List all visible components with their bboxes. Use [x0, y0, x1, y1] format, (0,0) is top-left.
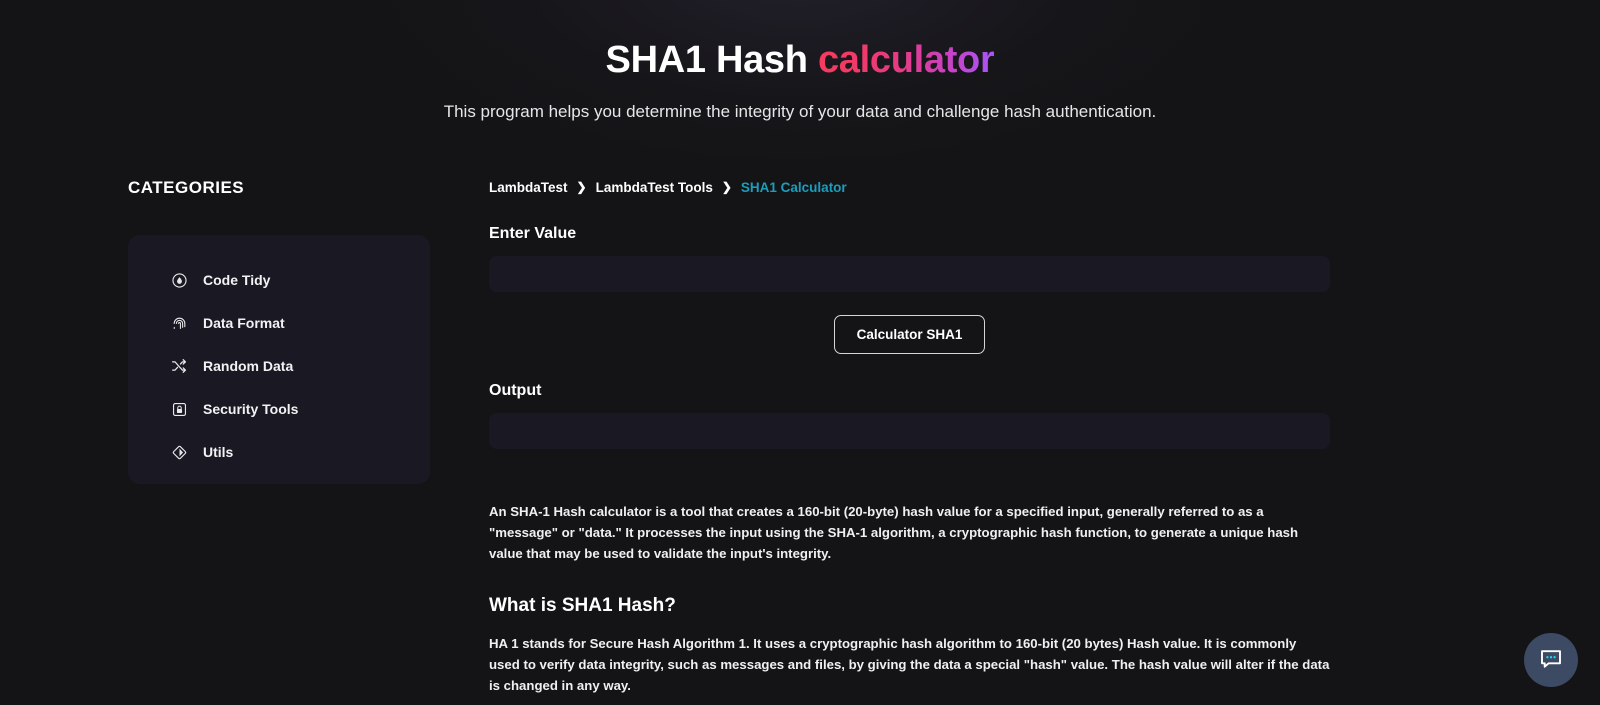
chat-bubble-icon	[1538, 646, 1564, 675]
breadcrumb-separator: ❯	[576, 180, 587, 195]
lock-icon	[170, 400, 188, 418]
breadcrumb: LambdaTest ❯ LambdaTest Tools ❯ SHA1 Cal…	[489, 180, 1330, 195]
breadcrumb-separator: ❯	[721, 180, 732, 195]
sidebar-item-label: Utils	[203, 444, 234, 461]
page-header: SHA1 Hash calculator This program helps …	[0, 0, 1600, 122]
sidebar-item-label: Data Format	[203, 315, 285, 332]
main-content: LambdaTest ❯ LambdaTest Tools ❯ SHA1 Cal…	[430, 178, 1330, 697]
calculate-button-row: Calculator SHA1	[489, 314, 1330, 354]
enter-value-label: Enter Value	[489, 224, 577, 242]
sidebar-item-random-data[interactable]: Random Data	[128, 345, 430, 388]
article-section: An SHA-1 Hash calculator is a tool that …	[489, 501, 1330, 697]
calculate-sha1-button[interactable]: Calculator SHA1	[833, 314, 986, 354]
article-intro-paragraph: An SHA-1 Hash calculator is a tool that …	[489, 503, 1299, 562]
page-title: SHA1 Hash calculator	[0, 38, 1600, 84]
categories-card: Code Tidy Data Format Random Data Securi…	[128, 234, 430, 484]
article-section-heading: What is SHA1 Hash?	[489, 594, 676, 616]
article-section-paragraph: HA 1 stands for Secure Hash Algorithm 1.…	[489, 635, 1330, 694]
sidebar-item-code-tidy[interactable]: Code Tidy	[128, 259, 430, 302]
output-label: Output	[489, 381, 542, 399]
sidebar-item-data-format[interactable]: Data Format	[128, 302, 430, 345]
categories-sidebar: CATEGORIES Code Tidy Data Format Random …	[128, 178, 430, 484]
breadcrumb-item-sha1-calculator[interactable]: SHA1 Calculator	[741, 180, 847, 195]
sidebar-item-security-tools[interactable]: Security Tools	[128, 388, 430, 431]
enter-value-input[interactable]	[489, 255, 1330, 292]
fingerprint-icon	[170, 314, 188, 332]
output-box[interactable]	[489, 412, 1330, 449]
sidebar-item-label: Code Tidy	[203, 272, 271, 289]
content-layout: CATEGORIES Code Tidy Data Format Random …	[0, 122, 1600, 697]
page-title-accent: calculator	[817, 39, 995, 81]
shuffle-icon	[170, 357, 188, 375]
page-title-main: SHA1 Hash	[605, 39, 818, 81]
page-subtitle: This program helps you determine the int…	[443, 101, 1157, 121]
page-root: SHA1 Hash calculator This program helps …	[0, 0, 1600, 705]
chat-widget-button[interactable]	[1524, 633, 1578, 687]
breadcrumb-item-lambdatest-tools[interactable]: LambdaTest Tools	[596, 180, 713, 195]
breadcrumb-item-lambdatest[interactable]: LambdaTest	[489, 180, 568, 195]
sidebar-item-utils[interactable]: Utils	[128, 431, 430, 474]
sidebar-item-label: Random Data	[203, 358, 294, 375]
code-tidy-icon	[170, 271, 188, 289]
diamond-icon	[170, 443, 188, 461]
categories-heading: CATEGORIES	[128, 177, 245, 197]
sidebar-item-label: Security Tools	[203, 401, 299, 418]
